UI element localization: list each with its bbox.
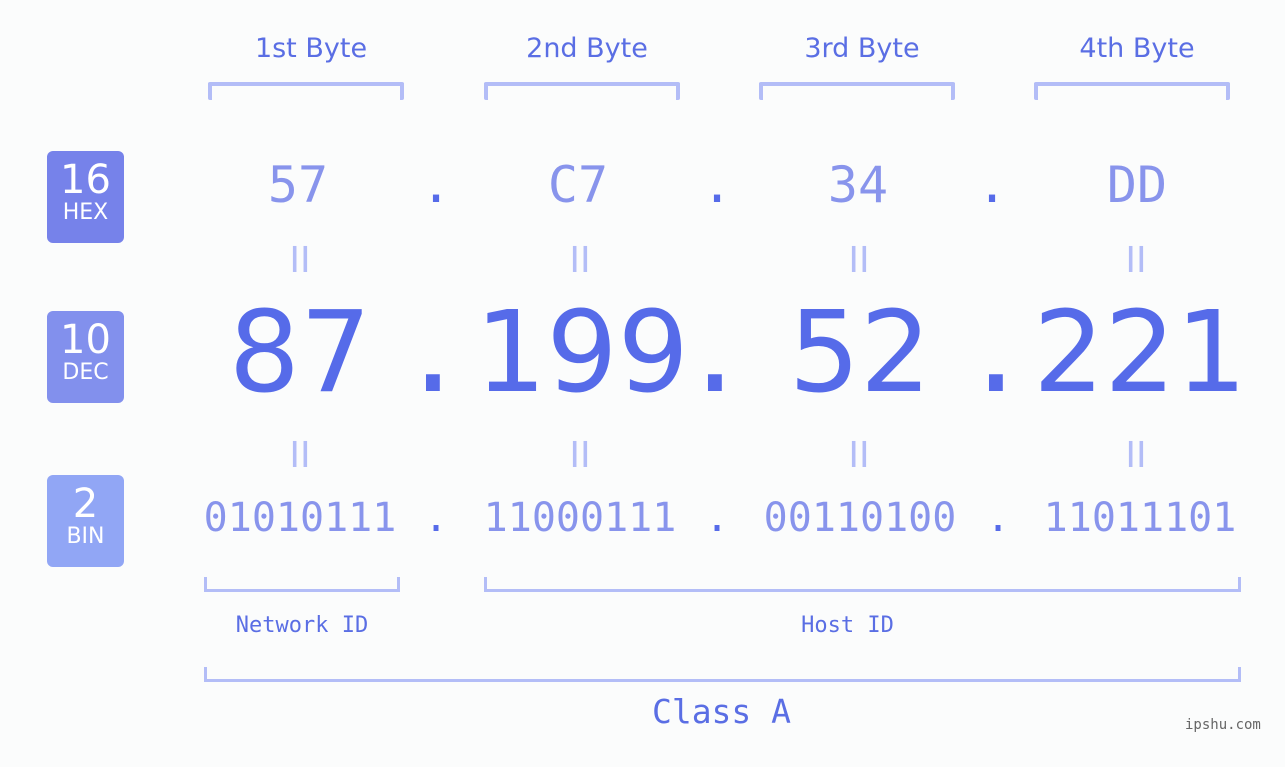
equals-sign: II (289, 240, 311, 281)
byte-1-bracket (208, 82, 404, 100)
bin-name: BIN (66, 524, 105, 549)
equals-sign: II (569, 240, 591, 281)
hex-badge: 16 HEX (47, 151, 124, 243)
byte-3-bracket (759, 82, 955, 100)
host-id-bracket (484, 577, 1241, 592)
equals-sign: II (569, 435, 591, 476)
byte-2-label: 2nd Byte (526, 33, 648, 64)
equals-sign: II (848, 240, 870, 281)
byte-4-bracket (1034, 82, 1230, 100)
hex-byte-4: DD (1106, 156, 1168, 214)
dec-base: 10 (60, 317, 111, 363)
byte-2-bracket (484, 82, 680, 100)
hex-base: 16 (60, 157, 111, 203)
network-id-bracket (204, 577, 400, 592)
class-bracket (204, 667, 1241, 682)
bin-byte-4: 11011101 (1043, 495, 1237, 541)
hex-name: HEX (62, 200, 109, 225)
equals-sign: II (1125, 435, 1147, 476)
byte-4-label: 4th Byte (1079, 33, 1195, 64)
byte-3-label: 3rd Byte (804, 33, 920, 64)
dec-name: DEC (62, 360, 109, 385)
class-label: Class A (651, 692, 792, 731)
equals-sign: II (289, 435, 311, 476)
network-id-label: Network ID (235, 613, 369, 638)
byte-1-label: 1st Byte (254, 33, 368, 64)
bin-badge: 2 BIN (47, 475, 124, 567)
equals-sign: II (1125, 240, 1147, 281)
bin-base: 2 (72, 481, 99, 527)
dec-badge: 10 DEC (47, 311, 124, 403)
watermark: ipshu.com (1185, 717, 1261, 733)
host-id-label: Host ID (801, 613, 894, 638)
equals-sign: II (848, 435, 870, 476)
dec-byte-4: 221 (1033, 288, 1247, 418)
